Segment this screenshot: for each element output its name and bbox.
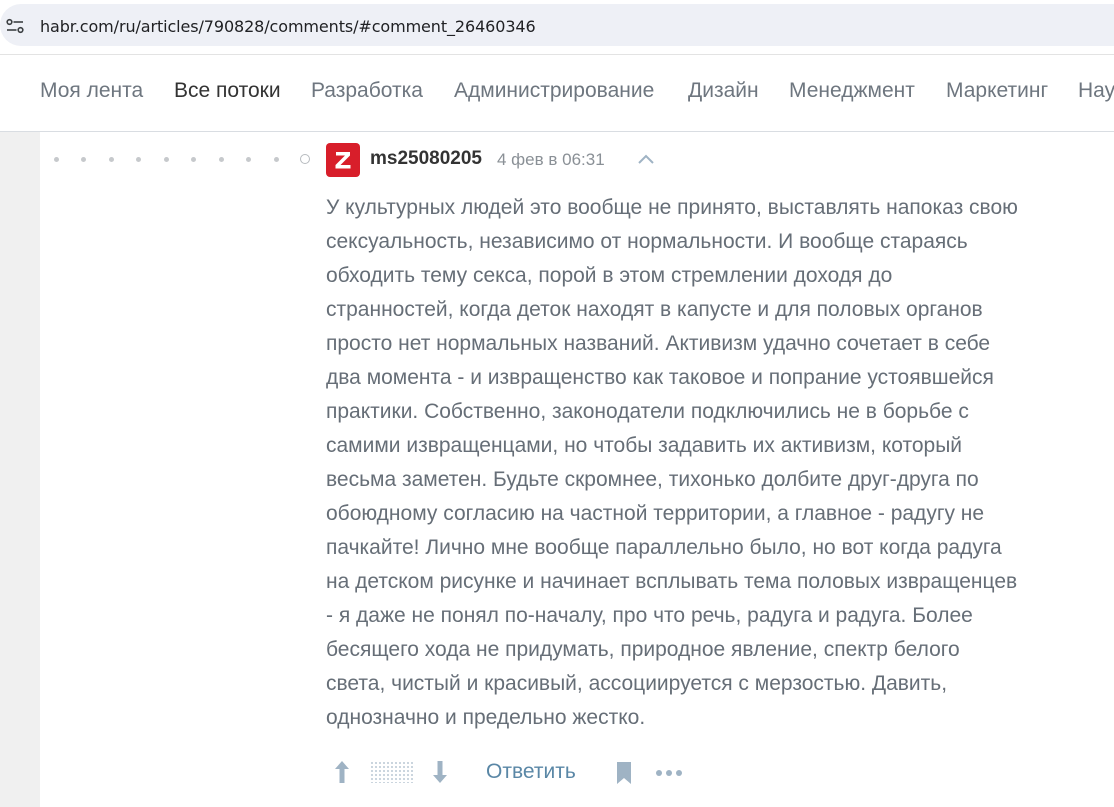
comment-line: на детском рисунке и начинает всплывать … [326,570,1018,593]
thread-depth-indicator [50,150,320,170]
comment-line: - я даже не понял по-началу, про что реч… [326,604,973,627]
nav-item-development[interactable]: Разработка [311,79,423,103]
thread-dot [164,157,169,162]
flows-nav: Моя лента Все потоки Разработка Админист… [0,55,1114,132]
thread-parent-ring[interactable] [300,154,310,164]
address-bar[interactable]: habr.com/ru/articles/790828/comments/#co… [0,4,1114,46]
thread-dot [219,157,224,162]
vote-down-arrow-icon[interactable] [430,759,450,785]
comment-actions: Ответить [326,755,726,791]
thread-dot [54,157,59,162]
thread-dot [81,157,86,162]
nav-item-administration[interactable]: Администрирование [454,79,654,103]
comment-datetime[interactable]: 4 фев в 06:31 [497,150,605,170]
nav-item-science[interactable]: Нау [1078,79,1114,103]
avatar-z-icon [335,152,351,169]
bookmark-icon[interactable] [615,761,633,785]
comment-line: обходить тему секса, порой в этом стремл… [326,264,893,287]
thread-dot [136,157,141,162]
more-options-icon[interactable] [655,769,683,777]
comment-line: странностей, когда деток находят в капус… [326,298,983,321]
comment-line: однозначно и предельно жестко. [326,706,646,729]
thread-dot [274,157,279,162]
nav-item-design[interactable]: Дизайн [688,79,759,103]
comment-line: обоюдному согласию на частной территории… [326,502,985,525]
vote-up-arrow-icon[interactable] [332,759,352,785]
comment-line: весьма заметен. Будьте скромнее, тихоньк… [326,468,979,491]
comment-line: самими извращенцами, но чтобы задавить и… [326,434,963,457]
comment-line: У культурных людей это вообще не принято… [326,196,1018,219]
thread-dot [191,157,196,162]
thread-dot [109,157,114,162]
thread-dot [246,157,251,162]
avatar[interactable] [326,143,360,177]
nav-item-my-feed[interactable]: Моя лента [40,79,143,103]
comment-line: пачкайте! Лично мне вообще параллельно б… [326,536,1002,559]
chevron-up-icon[interactable] [637,152,655,166]
comment-line: бесящего хода не придумать, природное яв… [326,638,960,661]
nav-item-all-flows[interactable]: Все потоки [174,79,281,103]
comment-line: практики. Собственно, законодатели подкл… [326,400,969,423]
comment-line: два момента - и извращенство как таковое… [326,366,994,389]
comment-line: сексуальность, независимо от нормальност… [326,230,968,253]
comment-author[interactable]: ms25080205 [370,148,482,170]
comment-body: У культурных людей это вообще не принято… [326,191,1106,735]
nav-item-management[interactable]: Менеджмент [789,79,915,103]
nav-item-marketing[interactable]: Маркетинг [946,79,1048,103]
rating-placeholder [370,761,414,783]
page-gutter [0,132,40,807]
url-text[interactable]: habr.com/ru/articles/790828/comments/#co… [40,17,536,36]
comment-line: света, чистый и красивый, ассоциируется … [326,672,948,695]
comment-line: просто нет нормальных названий. Активизм… [326,332,991,355]
reply-button[interactable]: Ответить [486,760,576,784]
site-info-icon[interactable] [6,18,24,34]
browser-toolbar: habr.com/ru/articles/790828/comments/#co… [0,0,1114,55]
